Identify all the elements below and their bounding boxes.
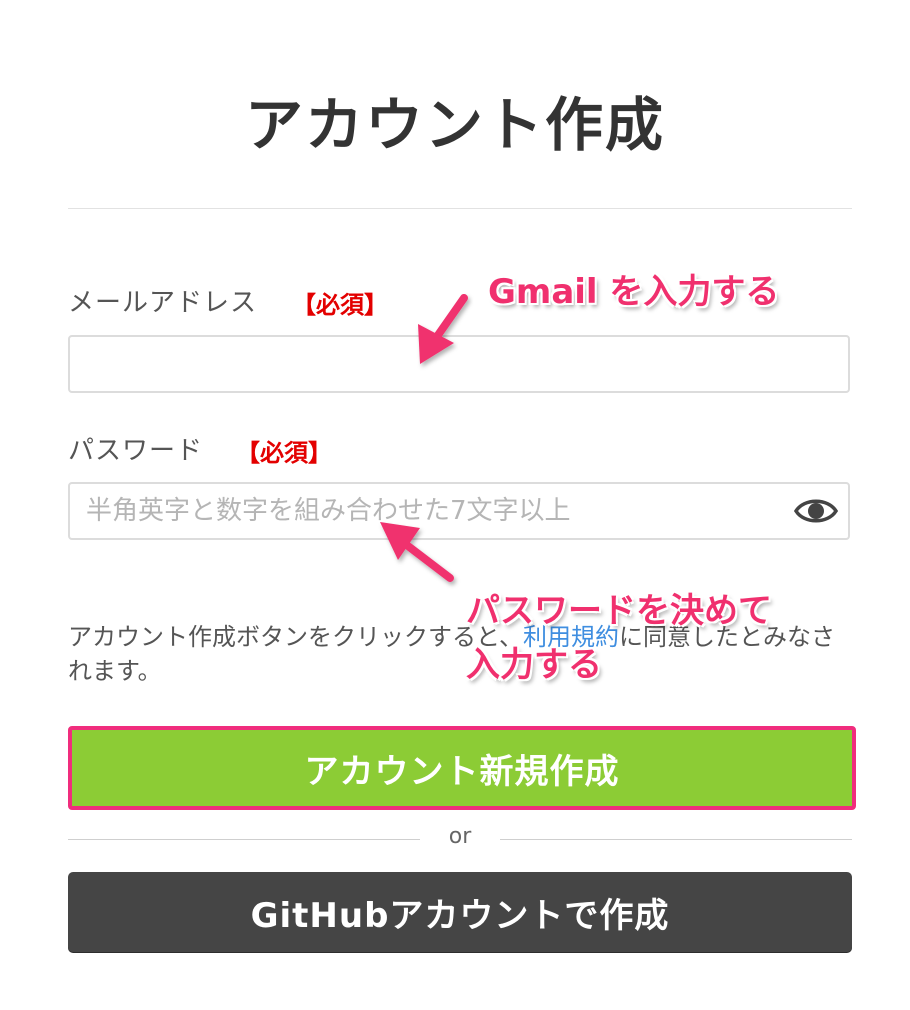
- annotation-arrows: [380, 294, 468, 582]
- email-arrow: [418, 294, 468, 364]
- password-arrow: [380, 522, 454, 582]
